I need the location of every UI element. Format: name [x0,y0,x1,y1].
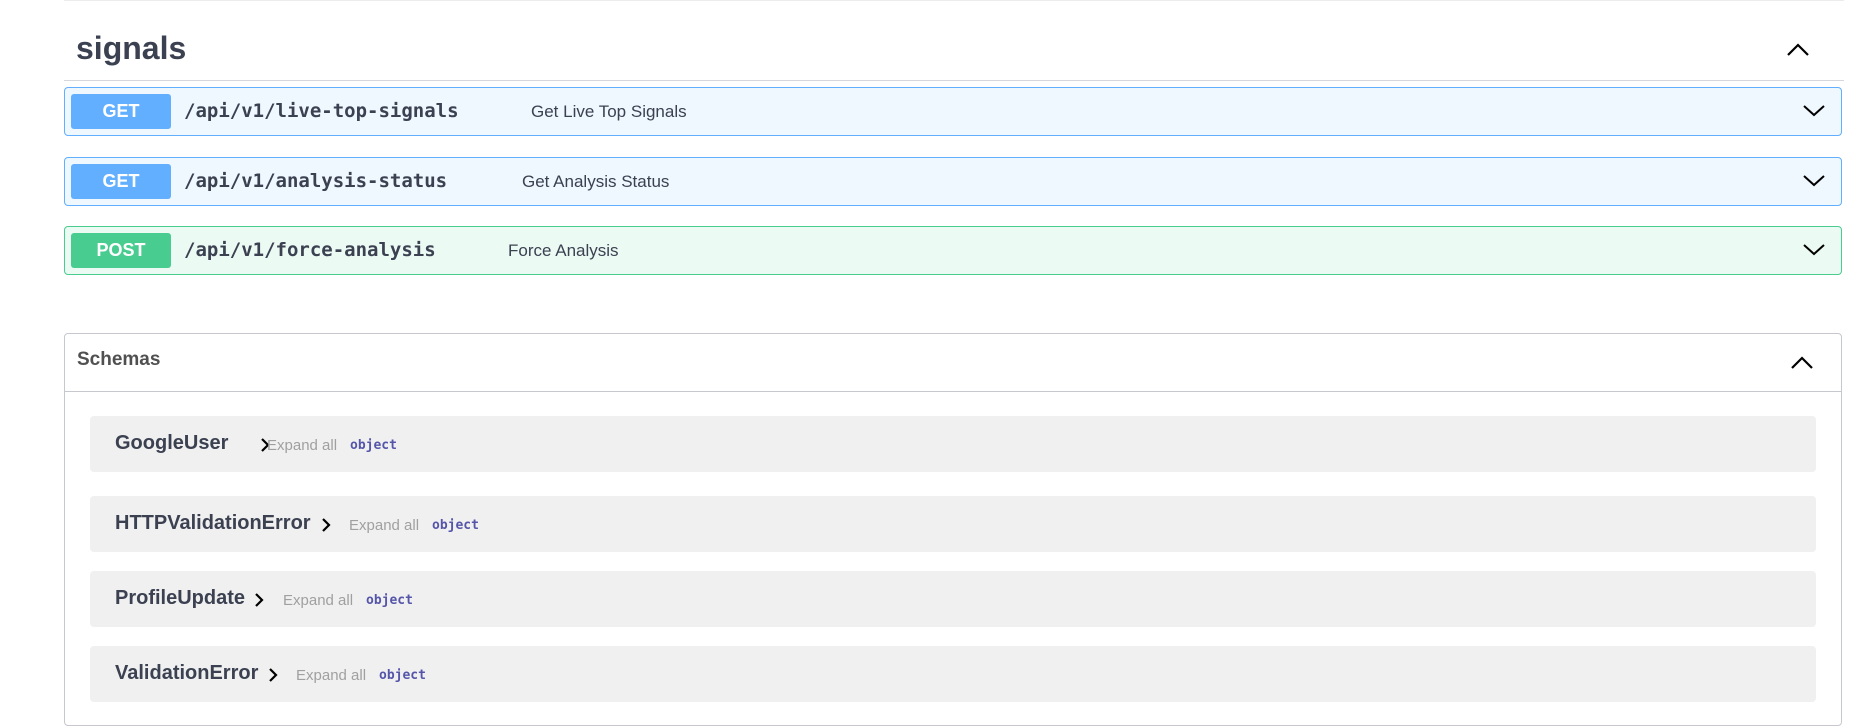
model-profileupdate[interactable]: ProfileUpdate Expand all object [90,571,1816,627]
model-type: object [350,438,397,453]
expand-all-button[interactable]: Expand all [349,517,419,534]
expand-all-button[interactable]: Expand all [283,592,353,609]
expand-all-button[interactable]: Expand all [267,437,337,454]
chevron-right-icon[interactable] [252,592,266,608]
divider [64,0,1844,1]
chevron-down-icon[interactable] [1801,168,1827,194]
model-httpvalidationerror[interactable]: HTTPValidationError Expand all object [90,496,1816,552]
chevron-right-icon[interactable] [266,667,280,683]
chevron-up-icon[interactable] [1787,348,1817,378]
model-type: object [432,518,479,533]
operation-summary: Force Analysis [508,241,619,260]
tag-section-signals[interactable]: signals [64,20,1844,81]
schemas-title: Schemas [77,349,161,370]
model-googleuser[interactable]: GoogleUser Expand all object [90,416,1816,472]
operation-post-force-analysis[interactable]: POST /api/v1/force-analysis Force Analys… [64,226,1842,275]
operation-get-analysis-status[interactable]: GET /api/v1/analysis-status Get Analysis… [64,157,1842,206]
model-type: object [379,668,426,683]
method-badge-get: GET [71,164,171,199]
model-type: object [366,593,413,608]
model-name[interactable]: GoogleUser [115,432,228,455]
tag-title: signals [76,30,187,66]
model-name[interactable]: HTTPValidationError [115,512,311,535]
operation-get-live-top-signals[interactable]: GET /api/v1/live-top-signals Get Live To… [64,87,1842,136]
operation-summary: Get Live Top Signals [531,102,687,121]
operation-path[interactable]: /api/v1/analysis-status [184,170,447,192]
chevron-down-icon[interactable] [1801,98,1827,124]
method-badge-get: GET [71,94,171,129]
method-badge-post: POST [71,233,171,268]
expand-all-button[interactable]: Expand all [296,667,366,684]
chevron-right-icon[interactable] [319,517,333,533]
operation-summary: Get Analysis Status [522,172,670,191]
model-name[interactable]: ProfileUpdate [115,587,245,610]
operation-path[interactable]: /api/v1/force-analysis [184,239,436,261]
chevron-up-icon[interactable] [1782,34,1814,66]
model-validationerror[interactable]: ValidationError Expand all object [90,646,1816,702]
model-name[interactable]: ValidationError [115,662,258,685]
chevron-down-icon[interactable] [1801,237,1827,263]
operation-path[interactable]: /api/v1/live-top-signals [184,100,459,122]
schemas-section: Schemas GoogleUser Expand all object HTT… [64,333,1842,726]
swagger-page: signals GET /api/v1/live-top-signals Get… [0,0,1875,726]
schemas-header[interactable]: Schemas [65,334,1841,392]
